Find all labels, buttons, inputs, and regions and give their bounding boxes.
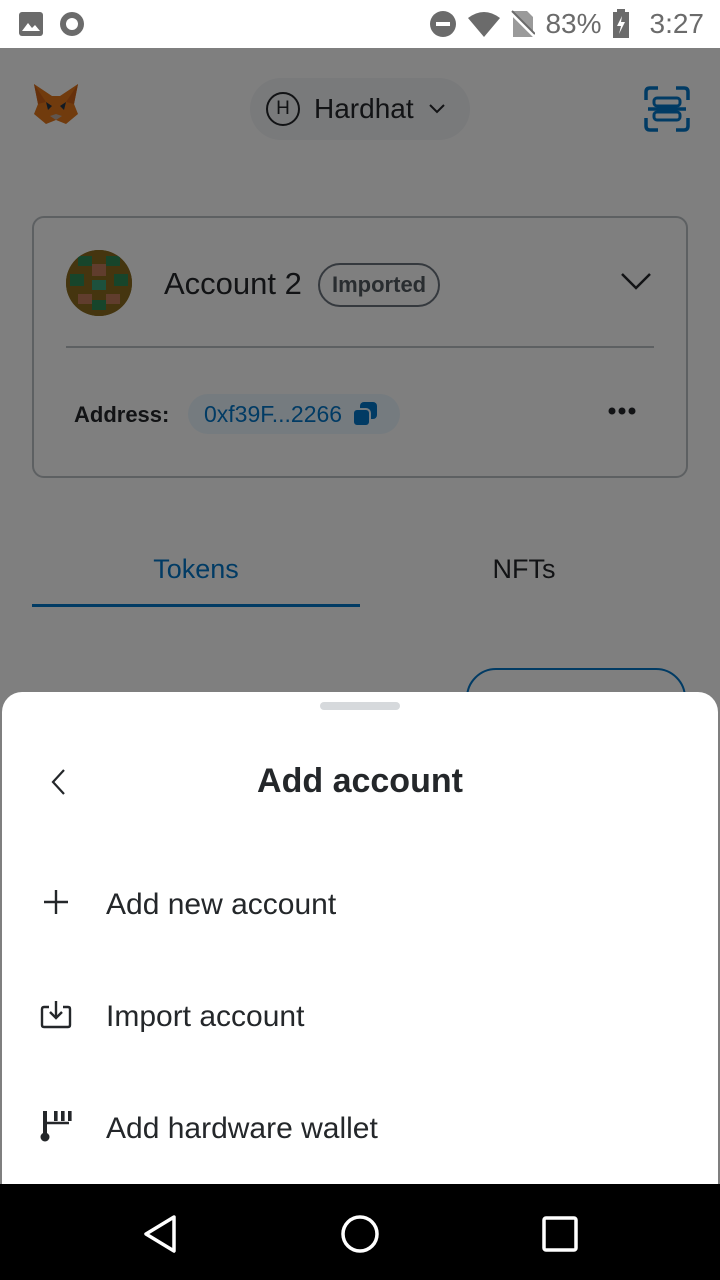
battery-percent: 83%	[545, 8, 602, 39]
image-icon	[19, 12, 43, 36]
battery-icon	[612, 9, 629, 38]
import-account-item[interactable]: Import account	[2, 966, 718, 1066]
dnd-icon	[430, 11, 457, 37]
add-hardware-wallet-label: Add hardware wallet	[106, 1112, 378, 1145]
clock: 3:27	[649, 8, 705, 39]
system-nav-bar	[0, 1184, 720, 1280]
add-hardware-wallet-item[interactable]: Add hardware wallet	[2, 1078, 718, 1178]
add-account-sheet: Add account Add new account Import accou…	[2, 692, 718, 1184]
import-icon	[40, 1001, 72, 1029]
no-sim-icon	[511, 10, 536, 39]
hardware-wallet-icon	[40, 1111, 72, 1142]
chevron-left-icon	[51, 769, 65, 795]
nav-home-icon[interactable]	[338, 1212, 382, 1256]
import-account-label: Import account	[106, 1000, 305, 1033]
wifi-icon	[468, 12, 501, 37]
add-new-account-label: Add new account	[106, 888, 337, 921]
nav-recents-icon[interactable]	[538, 1212, 582, 1256]
sheet-drag-handle[interactable]	[320, 702, 400, 710]
status-bar: 83% 3:27	[0, 0, 720, 48]
record-icon	[60, 12, 84, 36]
sheet-title: Add account	[257, 762, 463, 800]
add-new-account-item[interactable]: Add new account	[2, 854, 718, 954]
nav-back-icon[interactable]	[138, 1212, 182, 1256]
back-button[interactable]	[38, 762, 78, 802]
plus-icon	[44, 890, 68, 914]
